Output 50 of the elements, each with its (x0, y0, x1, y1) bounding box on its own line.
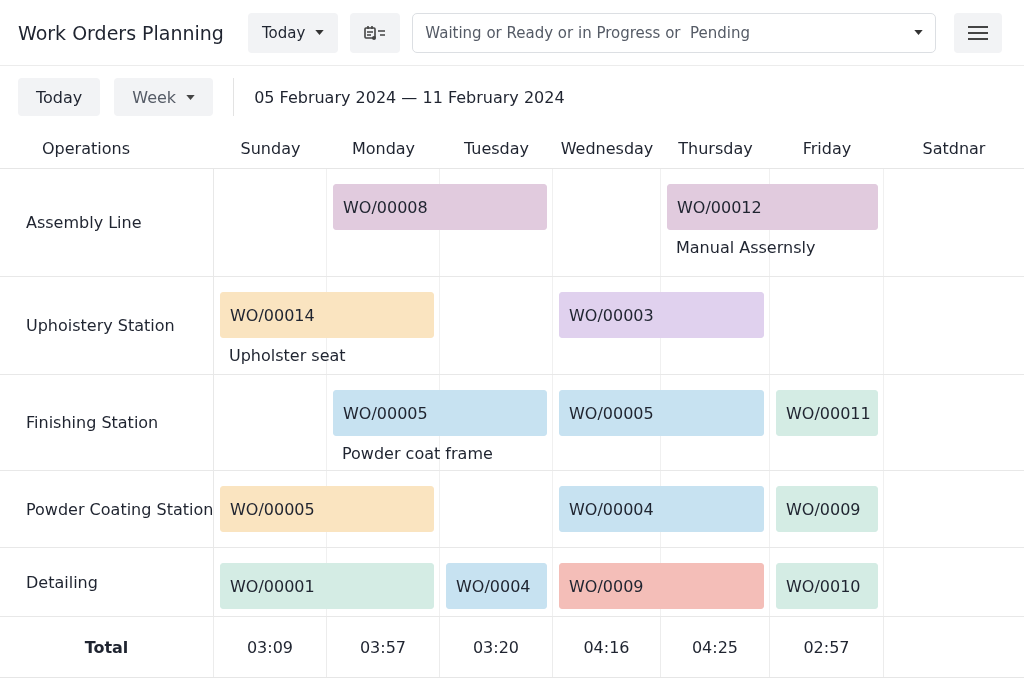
total-value: 03:57 (359, 637, 407, 657)
operation-name: Powder Coating Station (26, 499, 214, 519)
status-filter-select[interactable]: Waiting or Ready or in Progress or Pending (412, 12, 936, 53)
column-header: Wednesday (560, 138, 654, 158)
operation-name: Finishing Station (26, 413, 159, 432)
caret-icon (186, 94, 196, 100)
work-order-bar[interactable]: WO/00008 (333, 184, 547, 230)
column-header: Thursday (678, 138, 753, 158)
work-order-bar[interactable]: WO/00011 (776, 390, 878, 436)
work-order-bar[interactable]: WO/00005 (333, 390, 547, 436)
caret-icon (315, 30, 325, 35)
operation-name: Detailing (26, 572, 98, 592)
page-title: Work Orders Planning (18, 21, 224, 44)
column-header: Friday (802, 138, 852, 158)
period-dropdown[interactable]: Today (247, 12, 339, 53)
column-header: Monday (351, 138, 416, 158)
view-dropdown[interactable]: Week (114, 78, 214, 116)
caret-icon (914, 30, 923, 35)
operation-name: Assembly Line (26, 213, 142, 232)
total-value: 04:25 (691, 637, 739, 657)
work-order-bar[interactable]: WO/00001 (220, 563, 434, 609)
column-header: Operations (42, 138, 130, 158)
column-header: Tuesday (463, 138, 530, 158)
column-header: Sunday (240, 138, 301, 158)
filter-button[interactable] (350, 12, 401, 53)
column-header: Satdnar (922, 138, 986, 158)
work-order-bar[interactable]: WO/00014 (220, 292, 434, 338)
operation-note: Upholster seat (229, 346, 346, 365)
operation-name: Uphoistery Station (26, 316, 175, 335)
date-range: 05 February 2024 — 11 February 2024 (254, 87, 565, 107)
work-order-bar[interactable]: WO/0010 (776, 563, 878, 609)
operation-note: Manual Assernsly (676, 238, 816, 257)
work-order-bar[interactable]: WO/0004 (446, 563, 547, 609)
total-value: 03:09 (246, 637, 294, 657)
work-order-bar[interactable]: WO/0009 (559, 563, 764, 609)
work-order-bar[interactable]: WO/00004 (559, 486, 764, 532)
operation-note: Powder coat frame (342, 444, 493, 463)
menu-icon (968, 25, 988, 40)
work-order-bar[interactable]: WO/00012 (667, 184, 878, 230)
total-value: 02:57 (803, 637, 850, 657)
menu-button[interactable] (954, 12, 1002, 53)
today-button[interactable]: Today (18, 78, 101, 116)
work-order-bar[interactable]: WO/0009 (776, 486, 878, 532)
total-value: 04:16 (583, 637, 630, 657)
calendar-filter-icon (364, 24, 387, 41)
total-value: 03:20 (472, 637, 520, 657)
total-label: Total (84, 637, 129, 657)
work-order-bar[interactable]: WO/00003 (559, 292, 764, 338)
work-order-bar[interactable]: WO/00005 (220, 486, 434, 532)
work-order-bar[interactable]: WO/00005 (559, 390, 764, 436)
